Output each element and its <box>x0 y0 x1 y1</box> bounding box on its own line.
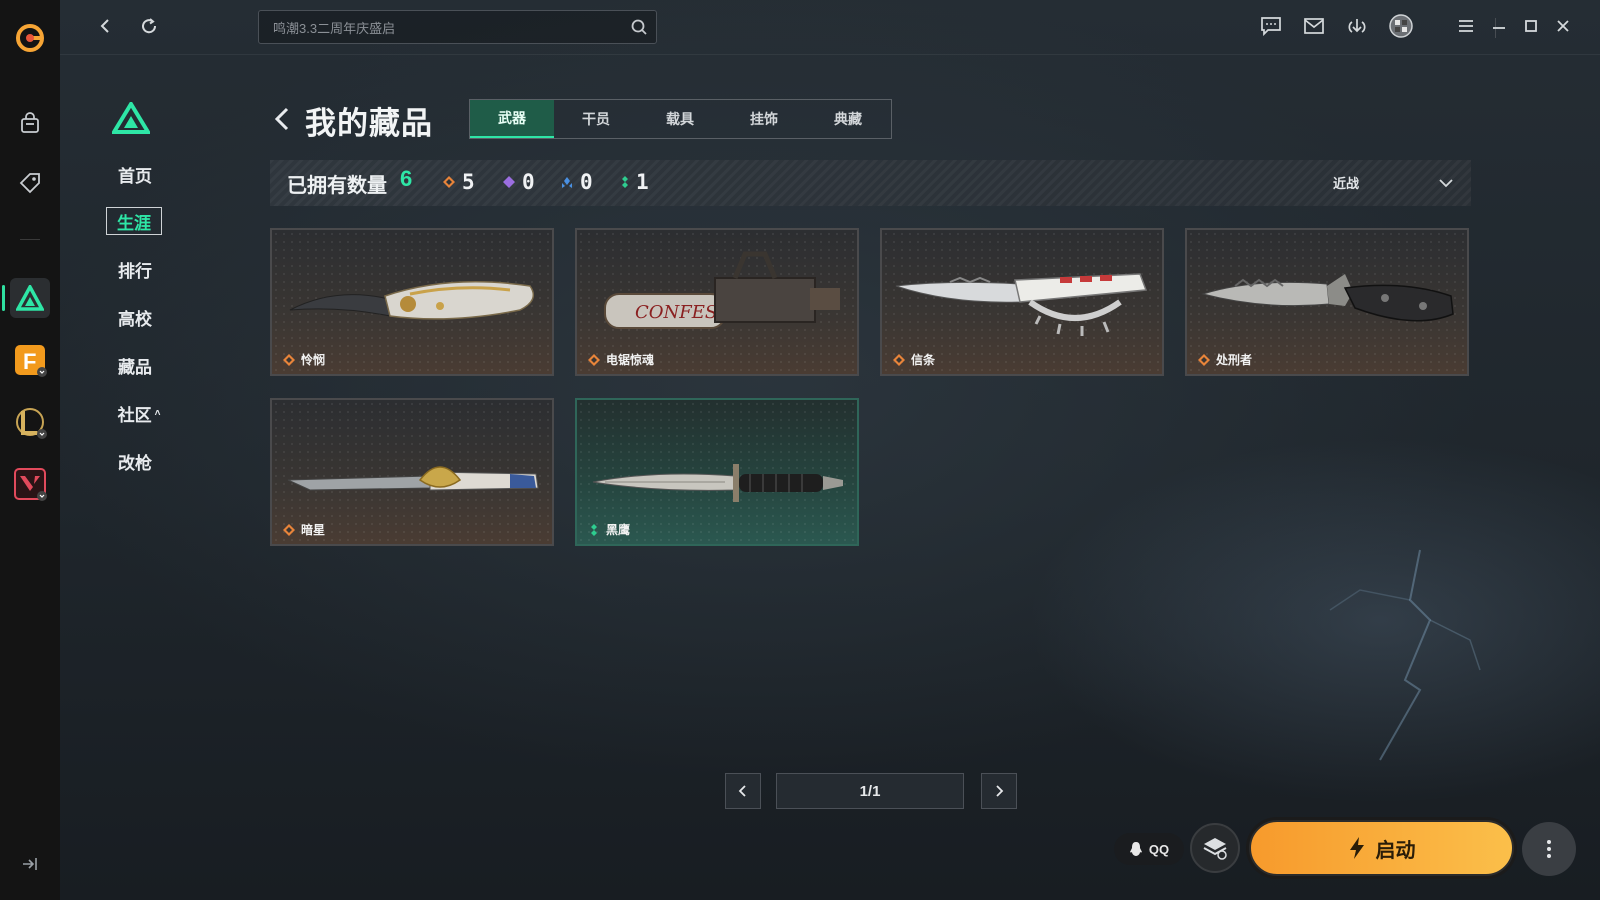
qq-login-button[interactable]: QQ <box>1114 833 1184 865</box>
category-tabs: 武器 干员 载具 挂饰 典藏 <box>469 99 892 139</box>
search-box <box>258 10 657 45</box>
page-indicator: 1/1 <box>776 773 964 809</box>
rarity-green-icon <box>591 524 597 536</box>
weapon-name: 信条 <box>911 353 936 367</box>
weapon-card[interactable]: 信条 <box>880 228 1164 376</box>
weapon-card[interactable]: CONFESS 电锯惊魂 <box>575 228 859 376</box>
rarity-green-icon <box>622 176 628 188</box>
page-back-icon[interactable] <box>272 104 292 134</box>
weapon-name: 电锯惊魂 <box>606 353 655 367</box>
weapon-image <box>895 273 1148 336</box>
game-delta-icon[interactable] <box>10 278 50 318</box>
chevron-right-icon <box>996 785 1004 797</box>
rarity-orange-icon <box>588 354 600 366</box>
stats-bar: 已拥有数量 6 5 0 0 1 近战 <box>270 160 1471 206</box>
maximize-icon[interactable] <box>1518 13 1544 39</box>
store-bag-icon[interactable] <box>10 103 50 143</box>
tab-operators[interactable]: 干员 <box>554 100 638 138</box>
rarity-orange-count: 5 <box>442 170 475 194</box>
weapon-name: 怜悯 <box>301 353 326 367</box>
nav-community[interactable]: 社区 ˄ <box>110 399 168 427</box>
lightning-decoration <box>1329 549 1481 761</box>
chevron-down-icon[interactable] <box>1438 175 1454 191</box>
back-icon[interactable] <box>92 13 118 39</box>
game-league-icon[interactable] <box>10 402 50 442</box>
chevron-up-icon: ˄ <box>154 407 161 419</box>
weapon-image: CONFESS <box>604 251 840 329</box>
avatar[interactable] <box>1388 13 1414 39</box>
refresh-icon[interactable] <box>136 13 162 39</box>
rarity-orange-icon <box>443 176 455 188</box>
chevron-left-icon <box>738 785 746 797</box>
rarity-orange-icon <box>283 524 295 536</box>
collapse-rail-icon[interactable] <box>20 854 40 874</box>
more-options-button[interactable] <box>1522 822 1576 876</box>
chat-icon[interactable] <box>1258 13 1284 39</box>
tag-icon[interactable] <box>10 163 50 203</box>
weapon-card[interactable]: 黑鹰 <box>575 398 859 546</box>
weapon-card[interactable]: 怜悯 <box>270 228 554 376</box>
weapon-card[interactable]: 暗星 <box>270 398 554 546</box>
next-page-button[interactable] <box>981 773 1017 809</box>
rarity-orange-icon <box>893 354 905 366</box>
nav-collection[interactable]: 藏品 <box>106 351 164 379</box>
qq-penguin-icon <box>1129 842 1142 856</box>
tab-vehicles[interactable]: 载具 <box>638 100 722 138</box>
nav-gun-mod[interactable]: 改枪 <box>106 447 164 475</box>
owned-label: 已拥有数量 <box>287 175 387 197</box>
rarity-blue-icon <box>562 177 572 188</box>
menu-icon[interactable] <box>1453 13 1479 39</box>
nav-community-label: 社区 <box>117 405 152 425</box>
weapon-image <box>289 281 535 320</box>
game-valorant-icon[interactable] <box>10 464 50 504</box>
accelerator-button[interactable] <box>1190 823 1240 873</box>
rarity-orange-icon <box>1198 354 1210 366</box>
launch-game-button[interactable]: 启动 <box>1249 820 1514 876</box>
delta-force-logo-icon <box>112 102 150 134</box>
tab-collection[interactable]: 典藏 <box>806 100 890 138</box>
app-logo-icon[interactable] <box>14 22 46 54</box>
nav-home[interactable]: 首页 <box>106 160 164 188</box>
rarity-green-count: 1 <box>620 170 649 194</box>
rarity-purple-icon <box>503 176 515 188</box>
search-icon[interactable] <box>630 18 648 36</box>
game-f-icon[interactable]: F <box>10 340 50 380</box>
page-title: 我的藏品 <box>305 106 433 141</box>
layers-icon <box>1203 838 1227 860</box>
minimize-icon[interactable] <box>1486 13 1512 39</box>
weapon-image <box>1201 274 1454 322</box>
rarity-orange-icon <box>283 354 295 366</box>
search-input[interactable] <box>271 11 615 45</box>
rail-active-indicator <box>2 285 5 311</box>
download-icon[interactable] <box>1344 13 1370 39</box>
weapon-name: 黑鹰 <box>606 523 631 537</box>
nav-ranking[interactable]: 排行 <box>106 255 164 283</box>
tab-charms[interactable]: 挂饰 <box>722 100 806 138</box>
weapon-type-filter[interactable]: 近战 <box>1333 173 1359 192</box>
owned-count: 6 <box>400 166 413 191</box>
weapon-image <box>287 466 539 491</box>
top-bar <box>60 0 1600 55</box>
lightning-bolt-icon <box>1349 837 1364 859</box>
mail-icon[interactable] <box>1301 13 1327 39</box>
svg-text:F: F <box>23 349 36 374</box>
rail-divider <box>20 239 40 240</box>
qq-label: QQ <box>1148 841 1170 857</box>
weapon-name: 处刑者 <box>1216 353 1253 367</box>
weapon-image <box>592 464 843 502</box>
rarity-blue-count: 0 <box>560 170 593 194</box>
weapon-name: 暗星 <box>301 523 326 537</box>
prev-page-button[interactable] <box>725 773 761 809</box>
weapon-card[interactable]: 处刑者 <box>1185 228 1469 376</box>
left-rail: F <box>0 0 60 900</box>
close-icon[interactable] <box>1550 13 1576 39</box>
rarity-purple-count: 0 <box>502 170 535 194</box>
tab-weapons[interactable]: 武器 <box>470 100 554 138</box>
nav-college[interactable]: 高校 <box>106 303 164 331</box>
more-vertical-icon <box>1547 840 1551 858</box>
nav-career[interactable]: 生涯 <box>106 207 162 235</box>
launch-label: 启动 <box>1375 839 1416 862</box>
